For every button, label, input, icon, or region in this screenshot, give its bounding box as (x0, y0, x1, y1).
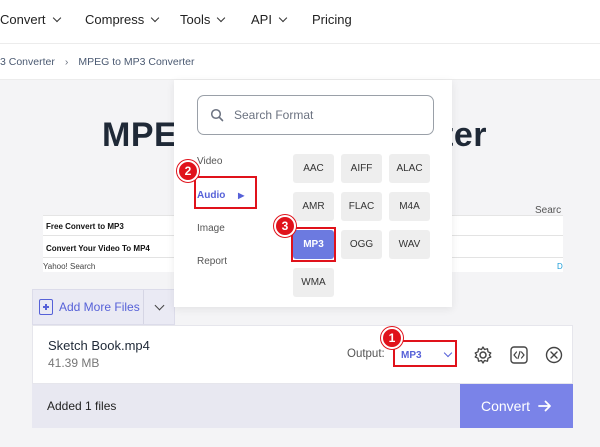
nav-api-label: API (251, 12, 272, 27)
nav-compress-label: Compress (85, 12, 145, 27)
file-size: 41.39 MB (48, 356, 100, 370)
caret-right-icon: ▶ (238, 191, 245, 200)
format-wma[interactable]: WMA (293, 268, 334, 297)
format-ogg[interactable]: OGG (341, 230, 382, 259)
format-dropdown-panel: Video Audio ▶ Image Report AAC AIFF ALAC… (174, 80, 452, 307)
page-title-left: MPE (102, 116, 178, 154)
nav-tools-label: Tools (180, 12, 211, 27)
chevron-down-icon (278, 13, 288, 22)
format-amr[interactable]: AMR (293, 192, 334, 221)
chevron-down-icon (217, 13, 226, 22)
breadcrumb-item-current[interactable]: MPEG to MP3 Converter (78, 56, 194, 68)
breadcrumb-item-converter[interactable]: 3 Converter (0, 56, 55, 68)
chevron-down-icon (52, 13, 61, 22)
format-aac[interactable]: AAC (293, 154, 334, 183)
chevron-down-icon (151, 13, 160, 22)
ad-choices-icon[interactable]: D (557, 262, 563, 271)
format-alac[interactable]: ALAC (389, 154, 430, 183)
breadcrumb-separator-icon: › (64, 55, 69, 68)
category-image[interactable]: Image (197, 223, 225, 234)
category-audio[interactable]: Audio ▶ (197, 190, 244, 201)
step-badge-1: 1 (381, 327, 403, 349)
add-more-files-button[interactable]: Add More Files (33, 290, 145, 324)
nav-pricing[interactable]: Pricing (312, 12, 352, 27)
add-file-icon (39, 299, 53, 315)
file-name: Sketch Book.mp4 (48, 338, 150, 353)
add-more-files-label: Add More Files (59, 300, 140, 314)
add-files-control: Add More Files (32, 289, 175, 325)
top-navigation: Convert Compress Tools API Pricing (0, 0, 600, 44)
nav-tools[interactable]: Tools (180, 12, 226, 27)
format-search-input[interactable] (234, 108, 424, 122)
search-icon (210, 108, 224, 122)
format-search-box (197, 95, 434, 135)
arrow-right-icon (538, 400, 551, 412)
nav-convert-label: Convert (0, 12, 46, 27)
step-badge-2: 2 (177, 160, 199, 182)
output-format-select[interactable]: MP3 (395, 342, 457, 368)
nav-convert[interactable]: Convert (0, 12, 61, 27)
nav-compress[interactable]: Compress (85, 12, 160, 27)
chevron-down-icon (443, 348, 453, 358)
chevron-down-icon (154, 300, 165, 310)
ad-footer: Yahoo! Search (43, 262, 96, 271)
format-m4a[interactable]: M4A (389, 192, 430, 221)
gear-icon[interactable] (473, 345, 493, 365)
step-badge-3: 3 (274, 215, 296, 237)
file-card: Sketch Book.mp4 41.39 MB Output: MP3 (32, 325, 573, 384)
output-label: Output: (347, 348, 385, 360)
files-status: Added 1 files (47, 399, 117, 413)
format-flac[interactable]: FLAC (341, 192, 382, 221)
format-aiff[interactable]: AIFF (341, 154, 382, 183)
nav-api[interactable]: API (251, 12, 288, 27)
convert-button[interactable]: Convert (460, 384, 573, 428)
breadcrumb: 3 Converter › MPEG to MP3 Converter (0, 44, 600, 80)
convert-button-label: Convert (480, 398, 531, 414)
format-wav[interactable]: WAV (389, 230, 430, 259)
bottom-bar: Added 1 files Convert (32, 384, 573, 428)
category-report[interactable]: Report (197, 256, 227, 267)
output-format-value: MP3 (401, 349, 422, 361)
category-audio-label: Audio (197, 190, 226, 201)
code-embed-icon[interactable] (509, 345, 529, 365)
close-icon[interactable] (544, 345, 564, 365)
category-video[interactable]: Video (197, 156, 222, 167)
add-files-dropdown-toggle[interactable] (144, 290, 174, 324)
nav-pricing-label: Pricing (312, 12, 352, 27)
format-mp3[interactable]: MP3 (293, 230, 334, 259)
